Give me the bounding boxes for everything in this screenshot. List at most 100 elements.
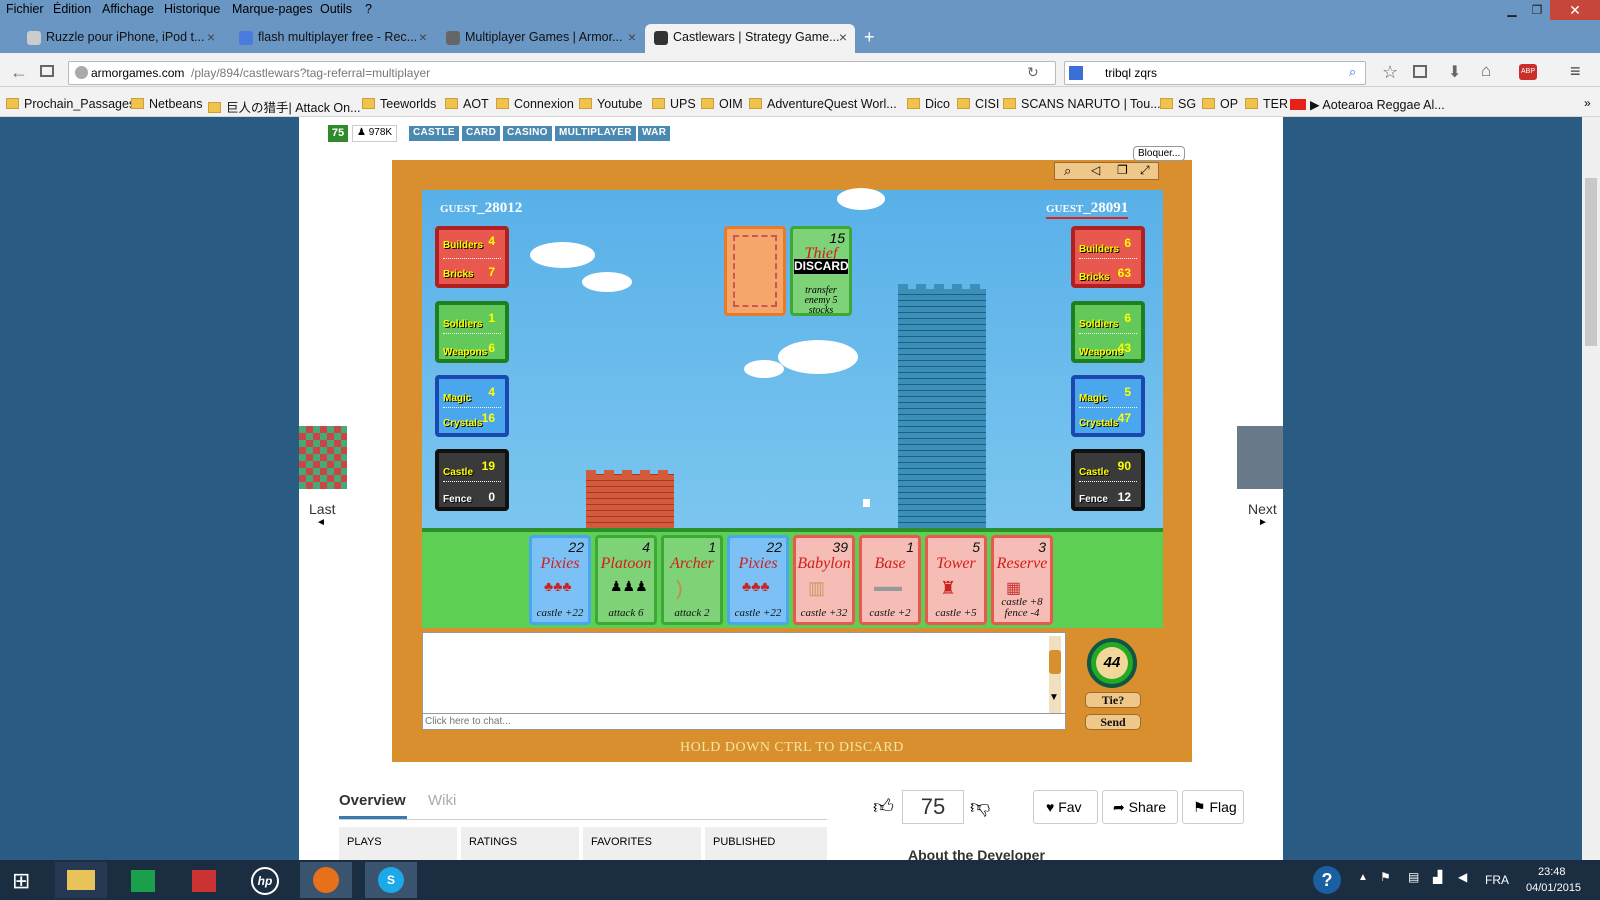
menu-help[interactable]: ? xyxy=(365,2,372,16)
new-tab-icon[interactable]: + xyxy=(864,27,875,48)
google-icon[interactable] xyxy=(1069,66,1083,80)
next-game-thumbnail[interactable] xyxy=(1237,426,1283,489)
menu-marque-pages[interactable]: Marque-pages xyxy=(232,2,313,16)
menu-edition[interactable]: Édition xyxy=(53,2,91,16)
hamburger-menu-icon[interactable]: ≡ xyxy=(1570,61,1581,82)
photos-icon[interactable] xyxy=(178,862,230,898)
tag-war[interactable]: WAR xyxy=(638,126,671,141)
search-icon[interactable]: ⌕ xyxy=(1349,64,1356,80)
bookmark-item[interactable]: AdventureQuest Worl... xyxy=(749,97,897,111)
bookmark-item[interactable]: CISI xyxy=(957,97,999,111)
hand-card[interactable]: 1 Base ▬▬ castle +2 xyxy=(859,535,921,625)
bookmark-item[interactable]: TER xyxy=(1245,97,1288,111)
restore-icon[interactable]: ❐ xyxy=(1525,0,1549,20)
download-icon[interactable]: ⬇ xyxy=(1448,62,1461,82)
share-button[interactable]: ➦ Share xyxy=(1102,790,1178,824)
thumbs-up-icon[interactable]: 👍︎ xyxy=(873,795,894,819)
hand-card[interactable]: 4 Platoon ♟♟♟ attack 6 xyxy=(595,535,657,625)
start-icon[interactable]: ⊞ xyxy=(12,868,30,894)
clock-time[interactable]: 23:48 xyxy=(1538,866,1566,878)
tab-multiplayer-games[interactable]: Multiplayer Games | Armor... × xyxy=(437,24,644,53)
hand-card[interactable]: 39 Babylon ▥ castle +32 xyxy=(793,535,855,625)
star-icon[interactable]: ☆ xyxy=(1382,62,1398,83)
close-window-icon[interactable]: ✕ xyxy=(1550,0,1600,20)
tab-ruzzle[interactable]: Ruzzle pour iPhone, iPod t... × xyxy=(18,24,223,53)
back-icon[interactable]: ← xyxy=(10,62,28,83)
scroll-down-icon[interactable]: ▼ xyxy=(1049,692,1059,703)
zoom-icon[interactable]: ⌕ xyxy=(1064,163,1071,179)
bookmark-item[interactable]: ▶ Aotearoa Reggae Al... xyxy=(1290,97,1445,112)
thumbs-down-icon[interactable]: 👎︎ xyxy=(970,795,990,819)
chat-scroll-thumb[interactable] xyxy=(1049,650,1061,674)
tab-close-icon[interactable]: × xyxy=(628,29,636,45)
clock-date[interactable]: 04/01/2015 xyxy=(1526,882,1581,894)
flag-button[interactable]: ⚑ Flag xyxy=(1182,790,1244,824)
tab-wiki[interactable]: Wiki xyxy=(428,792,456,809)
tab-castlewars[interactable]: Castlewars | Strategy Game... × xyxy=(645,24,855,53)
tab-overview[interactable]: Overview xyxy=(339,792,406,809)
last-label[interactable]: Last xyxy=(309,501,335,517)
firefox-icon[interactable] xyxy=(300,862,352,898)
tab-close-icon[interactable]: × xyxy=(419,29,427,45)
hp-icon[interactable]: hp xyxy=(239,862,291,898)
explorer-icon[interactable] xyxy=(55,862,107,898)
tag-casino[interactable]: CASINO xyxy=(503,126,552,141)
chat-scrollbar[interactable] xyxy=(1049,636,1061,720)
bookmark-item[interactable]: Teeworlds xyxy=(362,97,436,111)
bookmark-item[interactable]: Netbeans xyxy=(131,97,203,111)
bookmark-item[interactable]: SCANS NARUTO | Tou... xyxy=(1003,97,1161,111)
more-bookmarks-icon[interactable]: » xyxy=(1584,96,1591,110)
tab-close-icon[interactable]: × xyxy=(207,29,215,45)
copy-icon[interactable]: ❐ xyxy=(1117,163,1128,177)
bookmark-item[interactable]: Prochain_Passages xyxy=(6,97,135,111)
send-button[interactable]: Send xyxy=(1085,714,1141,730)
bookmark-item[interactable]: SG xyxy=(1160,97,1196,111)
hand-card[interactable]: 3 Reserve ▦ castle +8 fence -4 xyxy=(991,535,1053,625)
fav-button[interactable]: ♥ Fav xyxy=(1033,790,1098,824)
search-input[interactable]: tribql zqrs xyxy=(1105,66,1157,80)
prev-arrow-icon[interactable]: ◄ xyxy=(316,517,326,528)
next-label[interactable]: Next xyxy=(1248,501,1277,517)
network-icon[interactable]: ▤ xyxy=(1408,870,1419,884)
fullscreen-icon[interactable]: ⤢ xyxy=(1140,163,1150,178)
bookmark-item[interactable]: AOT xyxy=(445,97,489,111)
last-game-thumbnail[interactable] xyxy=(299,426,347,489)
reading-list-icon[interactable] xyxy=(1413,65,1427,78)
language-indicator[interactable]: FRA xyxy=(1485,873,1509,887)
bookmark-item[interactable]: Connexion xyxy=(496,97,574,111)
menu-outils[interactable]: Outils xyxy=(320,2,352,16)
hand-card[interactable]: 22 Pixies ♣♣♣ castle +22 xyxy=(727,535,789,625)
search-bar[interactable]: tribql zqrs ⌕ xyxy=(1064,61,1366,85)
tag-card[interactable]: CARD xyxy=(462,126,501,141)
adblock-icon[interactable]: ABP xyxy=(1519,64,1537,80)
menu-historique[interactable]: Historique xyxy=(164,2,220,16)
url-bar[interactable]: armorgames.com /play/894/castlewars?tag-… xyxy=(68,61,1056,85)
skype-icon[interactable]: S xyxy=(365,862,417,898)
tag-multiplayer[interactable]: MULTIPLAYER xyxy=(555,126,636,141)
help-icon[interactable]: ? xyxy=(1313,866,1341,894)
scrollbar-thumb[interactable] xyxy=(1585,178,1597,346)
menu-affichage[interactable]: Affichage xyxy=(102,2,154,16)
minimize-icon[interactable]: ▁ xyxy=(1500,0,1524,20)
store-icon[interactable] xyxy=(117,862,169,898)
tab-close-icon[interactable]: × xyxy=(839,29,847,45)
tray-expand-icon[interactable]: ▲ xyxy=(1358,872,1368,883)
hand-card[interactable]: 22 Pixies ♣♣♣ castle +22 xyxy=(529,535,591,625)
tie-button[interactable]: Tie? xyxy=(1085,692,1141,708)
sound-icon[interactable]: ◁ xyxy=(1091,163,1100,177)
reload-icon[interactable]: ↻ xyxy=(1027,64,1039,81)
bookmark-item[interactable]: 巨人の猎手| Attack On... xyxy=(208,97,361,116)
tag-castle[interactable]: CASTLE xyxy=(409,126,459,141)
next-arrow-icon[interactable]: ► xyxy=(1258,517,1268,528)
bookmark-item[interactable]: Dico xyxy=(907,97,950,111)
page-icon[interactable] xyxy=(40,65,54,77)
flag-tray-icon[interactable]: ⚑ xyxy=(1380,870,1391,884)
bookmark-item[interactable]: OIM xyxy=(701,97,743,111)
bookmark-item[interactable]: OP xyxy=(1202,97,1238,111)
hand-card[interactable]: 1 Archer) attack 2 xyxy=(661,535,723,625)
block-button[interactable]: Bloquer... xyxy=(1133,146,1186,161)
volume-icon[interactable]: ◀ xyxy=(1458,870,1467,884)
chat-input[interactable] xyxy=(422,713,1066,730)
bookmark-item[interactable]: Youtube xyxy=(579,97,642,111)
deck-card-back[interactable] xyxy=(724,226,786,316)
